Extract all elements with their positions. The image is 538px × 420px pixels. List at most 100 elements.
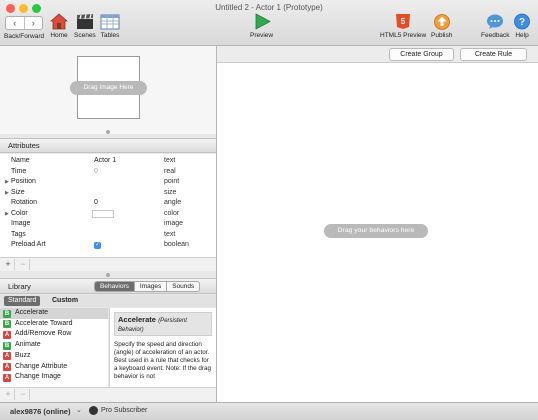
play-icon <box>255 13 271 30</box>
preview-label: Preview <box>250 32 274 39</box>
attributes-header: Attributes <box>0 138 216 153</box>
svg-text:?: ? <box>519 17 525 28</box>
behavior-label: Accelerate <box>15 309 49 316</box>
add-attribute-button[interactable]: + <box>2 259 15 270</box>
behavior-item[interactable]: B Animate <box>0 340 108 351</box>
inspector-pane: Drag Image Here Attributes Name Actor 1 … <box>0 46 217 402</box>
drag-behaviors-hint: Drag your behaviors here <box>324 224 428 238</box>
behavior-type-badge: A <box>3 330 11 339</box>
behavior-item[interactable]: A Add/Remove Row <box>0 329 108 340</box>
window-title: Untitled 2 - Actor 1 (Prototype) <box>215 3 323 12</box>
back-forward-control[interactable]: ‹ › <box>5 16 43 30</box>
behavior-type-badge: A <box>3 373 11 382</box>
html5-preview-label: HTML5 Preview <box>380 32 427 39</box>
behavior-label: Add/Remove Row <box>15 330 72 338</box>
back-icon[interactable]: ‹ <box>6 17 25 29</box>
feedback-button[interactable]: Feedback <box>481 13 510 39</box>
attribute-row-color[interactable]: ▶ Color color <box>0 209 216 220</box>
behavior-label: Animate <box>15 341 41 349</box>
drag-image-hint: Drag Image Here <box>70 81 147 95</box>
scenes-label: Scenes <box>74 32 96 39</box>
subtab-standard[interactable]: Standard <box>4 296 41 306</box>
attributes-table: Name Actor 1 text Time 0 real ▶ Position… <box>0 154 216 257</box>
behavior-description: Accelerate (Persistent Behavior) Specify… <box>109 308 216 387</box>
behavior-item[interactable]: B Accelerate <box>0 308 108 319</box>
pro-badge-icon <box>89 406 98 415</box>
library-footer: + − <box>0 387 216 402</box>
color-well[interactable] <box>92 209 114 218</box>
forward-icon[interactable]: › <box>25 17 43 29</box>
toolbar: Untitled 2 - Actor 1 (Prototype) ‹ › Bac… <box>0 0 538 46</box>
behavior-label: Buzz <box>15 351 31 359</box>
behavior-item[interactable]: A Change Attribute <box>0 362 108 373</box>
attribute-row-name[interactable]: Name Actor 1 text <box>0 156 216 167</box>
library-title: Library <box>8 282 31 291</box>
attributes-footer: + − <box>0 257 216 271</box>
publish-icon <box>433 14 450 30</box>
remove-library-item-button[interactable]: − <box>17 389 30 400</box>
behavior-item[interactable]: A Change Image <box>0 372 108 383</box>
help-icon: ? <box>514 13 530 30</box>
description-title-box: Accelerate (Persistent Behavior) <box>114 312 212 336</box>
library-subtabs: Standard Custom <box>0 295 216 307</box>
speech-bubble-icon <box>487 14 504 29</box>
status-bar: alex9876 (online) ⌄ Pro Subscriber <box>0 402 538 420</box>
attribute-value[interactable]: 0 <box>94 198 98 209</box>
description-text: Specify the speed and direction (angle) … <box>114 341 211 380</box>
chevron-down-icon[interactable]: ⌄ <box>76 406 82 414</box>
splitter-grip-icon[interactable] <box>106 273 110 277</box>
attribute-value[interactable]: Actor 1 <box>94 156 116 167</box>
tab-behaviors[interactable]: Behaviors <box>95 282 135 291</box>
behavior-type-badge: B <box>3 309 11 318</box>
attribute-row-position[interactable]: ▶ Position point <box>0 177 216 188</box>
attribute-value[interactable]: 0 <box>94 167 98 178</box>
add-library-item-button[interactable]: + <box>2 389 15 400</box>
app-window: Untitled 2 - Actor 1 (Prototype) ‹ › Bac… <box>0 0 538 420</box>
behavior-label: Accelerate Toward <box>15 319 73 327</box>
home-label: Home <box>50 32 68 39</box>
svg-text:5: 5 <box>401 17 406 26</box>
clapperboard-icon <box>76 14 93 29</box>
table-icon <box>100 14 120 30</box>
feedback-label: Feedback <box>481 32 510 39</box>
help-label: Help <box>515 32 529 39</box>
html5-icon: 5 <box>396 14 411 29</box>
preload-art-checkbox[interactable]: ✓ <box>94 242 101 249</box>
disclosure-triangle-icon[interactable]: ▶ <box>5 209 9 220</box>
behavior-item[interactable]: B Accelerate Toward <box>0 319 108 330</box>
attribute-row-tags[interactable]: Tags text <box>0 230 216 241</box>
attribute-row-image[interactable]: Image image <box>0 219 216 230</box>
publish-button[interactable]: Publish <box>431 13 452 39</box>
attribute-row-preload-art[interactable]: Preload Art ✓ boolean <box>0 240 216 251</box>
user-status[interactable]: alex9876 (online) <box>10 407 70 416</box>
behavior-label: Change Attribute <box>15 362 68 370</box>
behavior-item[interactable]: A Buzz <box>0 351 108 362</box>
tables-button[interactable]: Tables <box>100 13 120 39</box>
attribute-row-rotation[interactable]: Rotation 0 angle <box>0 198 216 209</box>
splitter-grip-icon[interactable] <box>106 130 110 134</box>
disclosure-triangle-icon[interactable]: ▶ <box>5 188 9 199</box>
create-group-button[interactable]: Create Group <box>389 48 454 61</box>
preview-button[interactable]: Preview <box>250 13 273 39</box>
behavior-type-badge: A <box>3 363 11 371</box>
home-button[interactable]: Home <box>50 13 68 39</box>
create-rule-button[interactable]: Create Rule <box>460 48 527 61</box>
html5-preview-button[interactable]: 5 HTML5 Preview <box>380 13 426 39</box>
behavior-type-badge: A <box>3 352 11 361</box>
subtab-custom[interactable]: Custom <box>48 296 82 306</box>
attribute-row-size[interactable]: ▶ Size size <box>0 188 216 199</box>
rules-toolbar: Create Group Create Rule <box>217 46 538 63</box>
subscription-label: Pro Subscriber <box>101 407 148 414</box>
behavior-label: Change Image <box>15 373 61 381</box>
disclosure-triangle-icon[interactable]: ▶ <box>5 177 9 188</box>
behavior-type-badge: B <box>3 341 11 350</box>
publish-label: Publish <box>431 32 453 39</box>
scenes-button[interactable]: Scenes <box>74 13 96 39</box>
attribute-row-time[interactable]: Time 0 real <box>0 167 216 178</box>
tables-label: Tables <box>100 32 120 39</box>
tab-sounds[interactable]: Sounds <box>167 282 199 291</box>
rules-pane: Create Group Create Rule Drag your behav… <box>217 46 538 402</box>
help-button[interactable]: ? Help <box>514 13 530 39</box>
tab-images[interactable]: Images <box>135 282 168 291</box>
remove-attribute-button[interactable]: − <box>17 259 30 270</box>
